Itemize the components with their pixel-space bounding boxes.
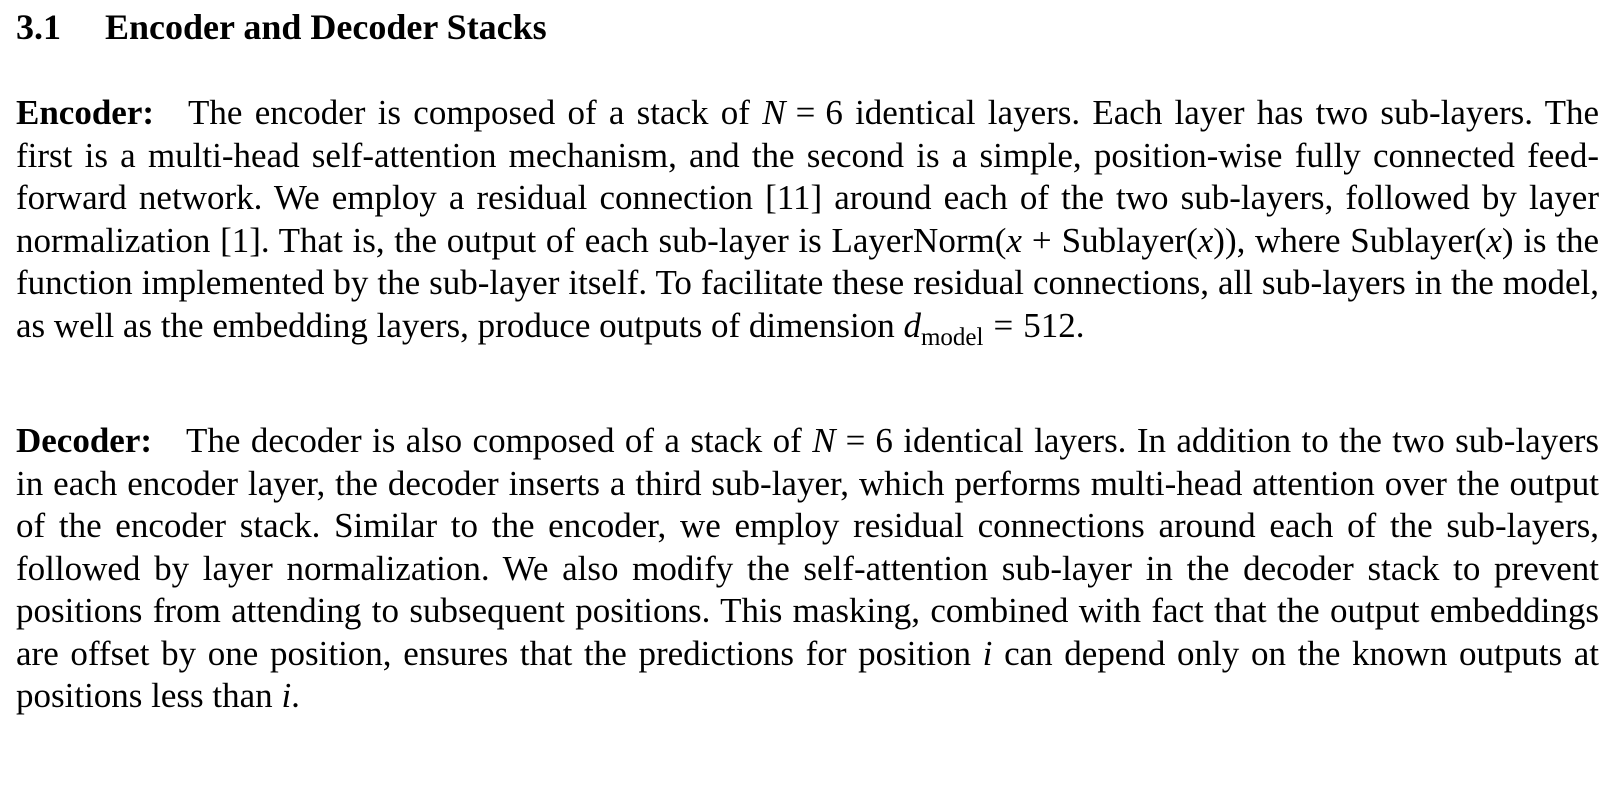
decoder-label: Decoder: [16, 421, 153, 460]
encoder-label: Encoder: [16, 93, 155, 132]
math-six: 6 [825, 93, 843, 132]
decoder-paragraph: Decoder: The decoder is also composed of … [16, 420, 1599, 718]
math-double-close: )) [1213, 220, 1237, 260]
math-i: i [982, 633, 993, 673]
math-equals: = [993, 305, 1014, 345]
math-equals: = [795, 93, 816, 132]
math-x: x [1197, 220, 1214, 260]
math-N: N [762, 93, 786, 132]
math-equals: = [845, 421, 866, 460]
encoder-text-1: The encoder is composed of a stack of [188, 93, 750, 132]
math-d: d [903, 305, 921, 345]
encoder-period: . [1075, 305, 1085, 345]
math-close: ) [1501, 220, 1514, 260]
math-sublayer-open: Sublayer( [1350, 220, 1487, 260]
math-layernorm-open: LayerNorm( [831, 220, 1007, 260]
encoder-paragraph: Encoder: The encoder is composed of a sta… [16, 92, 1599, 350]
section-number: 3.1 [16, 7, 61, 47]
math-x: x [1486, 220, 1502, 260]
section-heading: 3.1 Encoder and Decoder Stacks [16, 4, 1599, 50]
math-N: N [812, 421, 836, 460]
decoder-text-1: The decoder is also composed of a stack … [186, 421, 802, 460]
math-plus: + [1031, 220, 1052, 260]
document-page: 3.1 Encoder and Decoder Stacks Encoder: Th… [16, 4, 1599, 718]
math-six: 6 [875, 421, 893, 460]
math-sublayer-open: Sublayer( [1061, 220, 1198, 260]
math-d-subscript: model [920, 323, 984, 351]
math-x: x [1006, 220, 1022, 260]
math-512: 512 [1023, 305, 1076, 345]
section-title: Encoder and Decoder Stacks [105, 7, 547, 47]
decoder-period: . [291, 676, 300, 715]
math-i: i [281, 676, 292, 715]
encoder-text-3: , where [1236, 220, 1341, 260]
